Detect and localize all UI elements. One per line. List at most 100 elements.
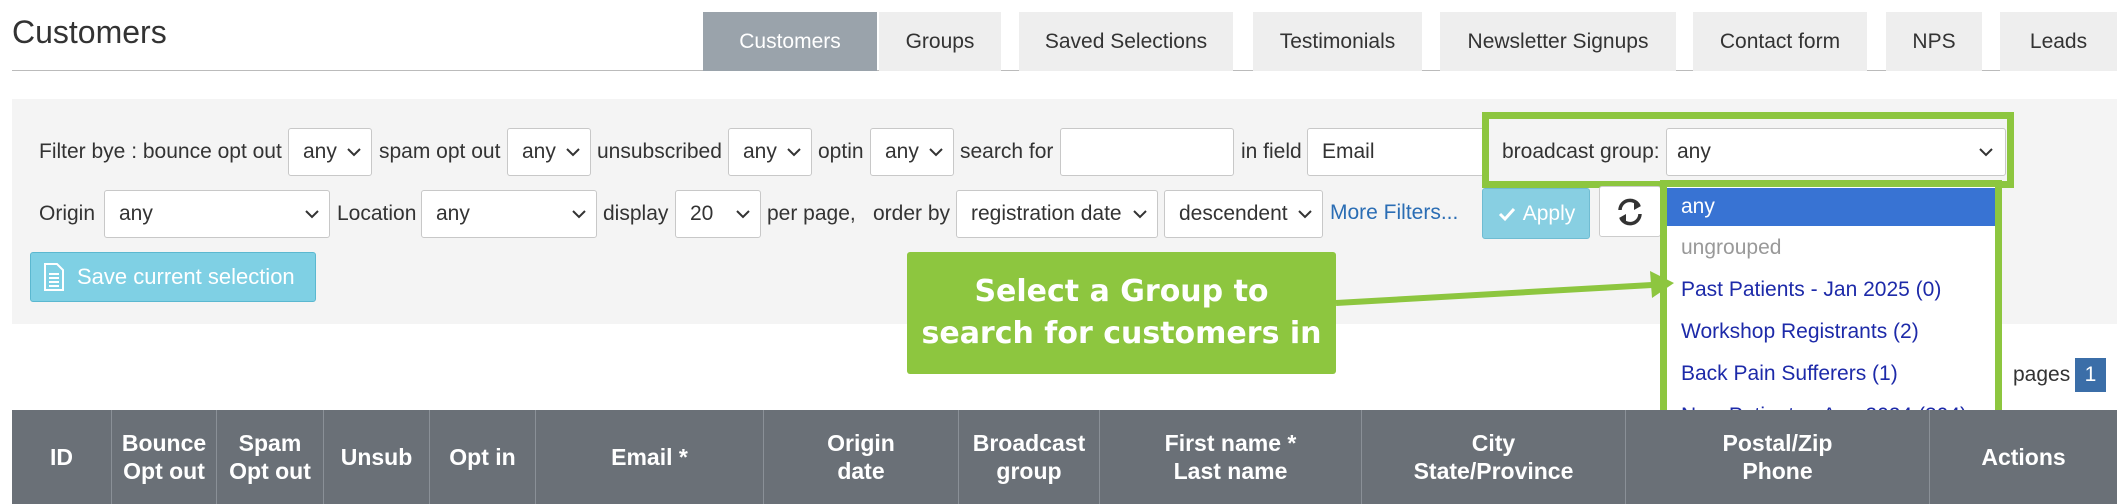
reset-filters-button[interactable] xyxy=(1599,186,1661,237)
search-for-label: search for xyxy=(960,140,1054,163)
search-input[interactable] xyxy=(1060,128,1234,176)
column-header-origin-date[interactable]: Origin date xyxy=(764,410,959,504)
tab-saved-selections[interactable]: Saved Selections xyxy=(1019,12,1233,71)
column-header-optin[interactable]: Opt in xyxy=(430,410,536,504)
bounce-opt-out-select[interactable]: any xyxy=(288,128,372,176)
more-filters-link[interactable]: More Filters... xyxy=(1330,201,1458,225)
tab-newsletter-signups[interactable]: Newsletter Signups xyxy=(1440,12,1676,71)
order-direction-select[interactable]: descendent xyxy=(1164,190,1323,238)
display-label: display xyxy=(603,202,669,225)
broadcast-option-group[interactable]: Back Pain Sufferers (1) xyxy=(1667,355,1995,393)
chevron-down-icon xyxy=(1133,210,1147,219)
header-line: date xyxy=(837,458,885,484)
optin-filter-label: optin xyxy=(818,140,864,163)
broadcast-option-group[interactable]: Past Patients - Jan 2025 (0) xyxy=(1667,271,1995,309)
broadcast-option-group[interactable]: Workshop Registrants (2) xyxy=(1667,313,1995,351)
bounce-opt-out-value: any xyxy=(303,140,337,163)
tab-customers[interactable]: Customers xyxy=(703,12,877,71)
page-title: Customers xyxy=(12,14,167,50)
location-select[interactable]: any xyxy=(421,190,597,238)
header-line: Broadcast xyxy=(972,430,1086,456)
in-field-select[interactable]: Email xyxy=(1307,128,1485,176)
header-line: First name * xyxy=(1164,430,1297,456)
column-header-name[interactable]: First name * Last name xyxy=(1100,410,1362,504)
column-header-postal[interactable]: Postal/Zip Phone xyxy=(1626,410,1930,504)
chevron-down-icon xyxy=(305,210,319,219)
header-line: group xyxy=(996,458,1062,484)
pagination-label: pages xyxy=(2013,363,2071,386)
header-line: Last name xyxy=(1173,458,1288,484)
tab-groups[interactable]: Groups xyxy=(879,12,1001,71)
chevron-down-icon xyxy=(736,210,750,219)
column-header-id[interactable]: ID xyxy=(12,410,112,504)
origin-select[interactable]: any xyxy=(104,190,330,238)
header-line: Opt out xyxy=(229,458,311,484)
broadcast-option-ungrouped: ungrouped xyxy=(1681,236,1782,259)
header-line: State/Province xyxy=(1413,458,1574,484)
callout-annotation: Select a Group to search for customers i… xyxy=(907,252,1336,374)
tab-leads[interactable]: Leads xyxy=(2000,12,2117,71)
column-header-broadcast-group[interactable]: Broadcast group xyxy=(959,410,1100,504)
tab-contact-form[interactable]: Contact form xyxy=(1693,12,1867,71)
in-field-label: in field xyxy=(1241,140,1302,163)
chevron-down-icon xyxy=(566,148,580,157)
column-header-city[interactable]: City State/Province xyxy=(1362,410,1626,504)
header-line: Phone xyxy=(1742,458,1813,484)
location-value: any xyxy=(436,202,470,225)
column-header-actions: Actions xyxy=(1930,410,2117,504)
order-by-value: registration date xyxy=(971,202,1122,225)
save-selection-label: Save current selection xyxy=(77,264,295,289)
broadcast-group-label: broadcast group: xyxy=(1502,140,1660,163)
column-header-spam[interactable]: Spam Opt out xyxy=(217,410,324,504)
spam-filter-label: spam opt out xyxy=(379,140,501,163)
order-by-select[interactable]: registration date xyxy=(956,190,1158,238)
spam-opt-out-value: any xyxy=(522,140,556,163)
header-line: Origin xyxy=(827,430,895,456)
display-select[interactable]: 20 xyxy=(675,190,761,238)
column-header-unsub[interactable]: Unsub xyxy=(324,410,430,504)
refresh-icon xyxy=(1618,198,1642,225)
column-header-email[interactable]: Email * xyxy=(536,410,764,504)
chevron-down-icon xyxy=(1298,210,1312,219)
page-number-button[interactable]: 1 xyxy=(2075,358,2106,392)
location-label: Location xyxy=(337,202,417,225)
broadcast-group-value: any xyxy=(1677,140,1711,163)
save-selection-button[interactable]: Save current selection xyxy=(30,252,316,302)
bounce-filter-label: Filter bye : bounce opt out xyxy=(39,140,282,163)
header-line: Postal/Zip xyxy=(1722,430,1833,456)
apply-button-label: Apply xyxy=(1522,201,1576,225)
in-field-value: Email xyxy=(1322,140,1375,163)
chevron-down-icon xyxy=(1979,148,1993,157)
customers-table-header: ID Bounce Opt out Spam Opt out Unsub Opt… xyxy=(12,410,2117,504)
checkmark-icon xyxy=(1498,207,1515,221)
unsubscribed-value: any xyxy=(743,140,777,163)
header-line: Actions xyxy=(1981,444,2066,470)
optin-value: any xyxy=(885,140,919,163)
header-line: Spam xyxy=(238,430,302,456)
header-line: City xyxy=(1471,430,1516,456)
header-line: Opt out xyxy=(123,458,205,484)
tab-nps[interactable]: NPS xyxy=(1886,12,1982,71)
header-line: Email * xyxy=(611,444,688,470)
apply-button[interactable]: Apply xyxy=(1482,188,1590,239)
chevron-down-icon xyxy=(929,148,943,157)
chevron-down-icon xyxy=(787,148,801,157)
per-page-label: per page, xyxy=(767,202,856,225)
unsubscribed-select[interactable]: any xyxy=(728,128,812,176)
broadcast-group-dropdown: any ungrouped Past Patients - Jan 2025 (… xyxy=(1660,180,2002,436)
header-line: Opt in xyxy=(449,444,516,470)
document-icon xyxy=(44,263,64,291)
column-header-bounce[interactable]: Bounce Opt out xyxy=(112,410,217,504)
display-value: 20 xyxy=(690,202,714,225)
spam-opt-out-select[interactable]: any xyxy=(507,128,591,176)
tab-testimonials[interactable]: Testimonials xyxy=(1253,12,1422,71)
header-line: ID xyxy=(50,444,73,470)
broadcast-option-any[interactable]: any xyxy=(1667,188,1995,226)
optin-select[interactable]: any xyxy=(870,128,954,176)
order-direction-value: descendent xyxy=(1179,202,1288,225)
origin-value: any xyxy=(119,202,153,225)
unsubscribed-filter-label: unsubscribed xyxy=(597,140,722,163)
chevron-down-icon xyxy=(347,148,361,157)
broadcast-group-select[interactable]: any xyxy=(1666,128,2006,176)
header-line: Unsub xyxy=(340,444,413,470)
